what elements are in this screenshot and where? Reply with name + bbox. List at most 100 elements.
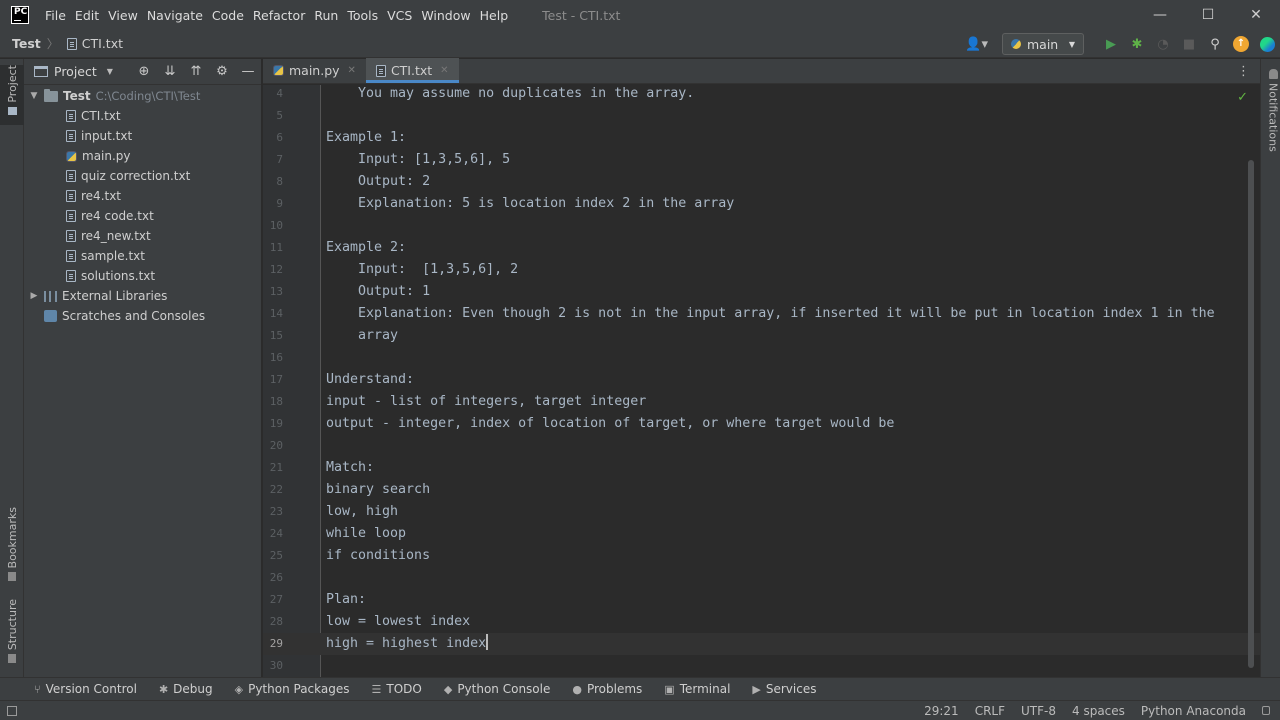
tab-cti-txt[interactable]: CTI.txt ✕ [365, 58, 459, 83]
code-line[interactable]: 9 Explanation: 5 is location index 2 in … [263, 193, 1260, 215]
update-icon[interactable]: ↑ [1228, 30, 1254, 58]
search-icon[interactable]: ⚲ [1202, 30, 1228, 58]
todo-tool-button[interactable]: ☰ TODO [372, 682, 422, 696]
file-encoding[interactable]: UTF-8 [1021, 704, 1056, 718]
menu-code[interactable]: Code [212, 8, 251, 23]
menu-view[interactable]: View [108, 8, 145, 23]
stop-icon[interactable]: ■ [1176, 30, 1202, 58]
notifications-tool-tab[interactable]: Notifications [1261, 69, 1280, 152]
menu-run[interactable]: Run [314, 8, 345, 23]
code-line[interactable]: 23 low, high [263, 501, 1260, 523]
run-icon[interactable]: ▶ [1098, 30, 1124, 58]
breadcrumb-file[interactable]: CTI.txt [82, 36, 123, 51]
code-line[interactable]: 10 [263, 215, 1260, 237]
inspection-ok-icon[interactable]: ✓ [1237, 90, 1248, 105]
tree-file-item[interactable]: re4 code.txt [24, 206, 261, 226]
code-line[interactable]: 26 [263, 567, 1260, 589]
user-icon[interactable]: 👤▾ [965, 37, 988, 52]
tree-file-item[interactable]: CTI.txt [24, 106, 261, 126]
close-tab-icon[interactable]: ✕ [440, 65, 448, 76]
menu-vcs[interactable]: VCS [387, 8, 419, 23]
tab-main-py[interactable]: main.py ✕ [263, 58, 366, 83]
tree-file-item[interactable]: quiz correction.txt [24, 166, 261, 186]
gear-icon[interactable]: ⚙ [209, 64, 235, 79]
code-line[interactable]: 29 high = highest index [263, 633, 1260, 655]
menu-refactor[interactable]: Refactor [253, 8, 312, 23]
tree-file-item[interactable]: sample.txt [24, 246, 261, 266]
code-line[interactable]: 21 Match: [263, 457, 1260, 479]
debug-tool-button[interactable]: ✱ Debug [159, 682, 213, 696]
chevron-right-icon[interactable]: ▶ [28, 291, 40, 301]
code-line[interactable]: 7 Input: [1,3,5,6], 5 [263, 149, 1260, 171]
ide-logo-icon[interactable] [1254, 30, 1280, 58]
services-tool-button[interactable]: ▶ Services [752, 682, 816, 696]
code-editor[interactable]: 4 You may assume no duplicates in the ar… [263, 85, 1260, 677]
version-control-tool-button[interactable]: ⑂ Version Control [34, 682, 137, 696]
menu-file[interactable]: File [45, 8, 73, 23]
code-line[interactable]: 20 [263, 435, 1260, 457]
tree-file-item[interactable]: re4_new.txt [24, 226, 261, 246]
menu-tools[interactable]: Tools [347, 8, 385, 23]
project-panel-title[interactable]: Project [54, 64, 97, 79]
menu-help[interactable]: Help [480, 8, 516, 23]
menu-edit[interactable]: Edit [75, 8, 106, 23]
code-line[interactable]: 22 binary search [263, 479, 1260, 501]
line-separator[interactable]: CRLF [975, 704, 1005, 718]
terminal-tool-button[interactable]: ▣ Terminal [664, 682, 730, 696]
code-line[interactable]: 16 [263, 347, 1260, 369]
tree-file-item[interactable]: solutions.txt [24, 266, 261, 286]
code-line[interactable]: 28 low = lowest index [263, 611, 1260, 633]
more-vertical-icon[interactable]: ⋮ [1237, 64, 1250, 79]
code-line[interactable]: 24 while loop [263, 523, 1260, 545]
code-line[interactable]: 17 Understand: [263, 369, 1260, 391]
code-line[interactable]: 30 [263, 655, 1260, 677]
profile-icon[interactable]: ◔ [1150, 30, 1176, 58]
minimize-button[interactable]: — [1136, 0, 1184, 30]
branch-selector[interactable]: main ▼ [1002, 33, 1084, 55]
project-tool-tab[interactable]: Project [0, 65, 24, 125]
indent-setting[interactable]: 4 spaces [1072, 704, 1125, 718]
python-packages-tool-button[interactable]: ◈ Python Packages [235, 682, 350, 696]
close-window-button[interactable]: ✕ [1232, 0, 1280, 30]
code-line[interactable]: 27 Plan: [263, 589, 1260, 611]
lock-icon[interactable] [1262, 706, 1270, 715]
maximize-button[interactable]: ☐ [1184, 0, 1232, 30]
bookmarks-tool-tab[interactable]: Bookmarks [0, 507, 24, 582]
structure-tool-tab[interactable]: Structure [0, 599, 24, 664]
editor-scrollbar[interactable] [1248, 160, 1254, 668]
code-line[interactable]: 15 array [263, 325, 1260, 347]
debug-icon[interactable]: ✱ [1124, 30, 1150, 58]
hide-panel-icon[interactable]: — [235, 64, 261, 79]
chevron-down-icon[interactable]: ▼ [28, 91, 40, 101]
code-line[interactable]: 25 if conditions [263, 545, 1260, 567]
tool-windows-toggle-icon[interactable] [7, 705, 17, 716]
tree-file-item[interactable]: main.py [24, 146, 261, 166]
menu-window[interactable]: Window [421, 8, 477, 23]
locate-icon[interactable]: ⊕ [131, 64, 157, 79]
code-line[interactable]: 18 input - list of integers, target integ… [263, 391, 1260, 413]
breadcrumb-project[interactable]: Test [12, 36, 41, 51]
code-line[interactable]: 13 Output: 1 [263, 281, 1260, 303]
code-line[interactable]: 14 Explanation: Even though 2 is not in … [263, 303, 1260, 325]
python-interpreter[interactable]: Python Anaconda [1141, 704, 1246, 718]
python-console-tool-button[interactable]: ◆ Python Console [444, 682, 551, 696]
caret-position[interactable]: 29:21 [924, 704, 959, 718]
code-line[interactable]: 11 Example 2: [263, 237, 1260, 259]
code-line[interactable]: 19 output - integer, index of location of… [263, 413, 1260, 435]
tree-scratches[interactable]: Scratches and Consoles [24, 306, 261, 326]
expand-all-icon[interactable]: ⇊ [157, 64, 183, 79]
menu-navigate[interactable]: Navigate [147, 8, 210, 23]
code-line[interactable]: 6 Example 1: [263, 127, 1260, 149]
tree-file-item[interactable]: re4.txt [24, 186, 261, 206]
tree-root[interactable]: ▼ Test C:\Coding\CTI\Test [24, 86, 261, 106]
code-line[interactable]: 12 Input: [1,3,5,6], 2 [263, 259, 1260, 281]
close-tab-icon[interactable]: ✕ [348, 65, 356, 76]
tree-external-libraries[interactable]: ▶ External Libraries [24, 286, 261, 306]
collapse-all-icon[interactable]: ⇈ [183, 64, 209, 79]
tree-file-item[interactable]: input.txt [24, 126, 261, 146]
code-line[interactable]: 8 Output: 2 [263, 171, 1260, 193]
chevron-down-icon[interactable]: ▼ [107, 67, 113, 76]
code-line[interactable]: 5 [263, 105, 1260, 127]
problems-tool-button[interactable]: ● Problems [572, 682, 642, 696]
code-line[interactable]: 4 You may assume no duplicates in the ar… [263, 85, 1260, 105]
